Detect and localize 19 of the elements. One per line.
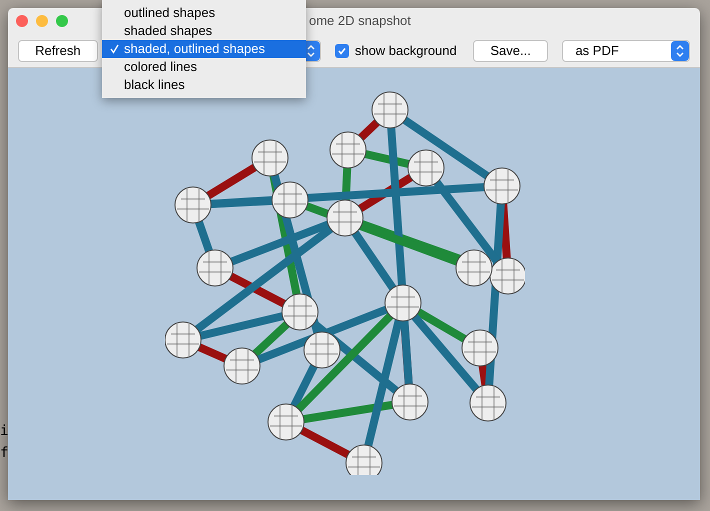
- menu-item[interactable]: black lines: [102, 76, 306, 94]
- background-text: i: [0, 422, 8, 441]
- checkbox[interactable]: [334, 44, 349, 58]
- stepper-icon: [671, 40, 689, 60]
- menu-item[interactable]: colored lines: [102, 58, 306, 76]
- checkmark-icon: [110, 44, 119, 54]
- close-icon[interactable]: [16, 15, 28, 27]
- refresh-button[interactable]: Refresh: [18, 40, 98, 62]
- menu-item[interactable]: outlined shapes: [102, 4, 306, 22]
- background-text: f: [0, 444, 8, 463]
- window-title: ome 2D snapshot: [309, 12, 411, 30]
- checkmark-icon: [336, 46, 347, 56]
- checkbox-label: show background: [354, 42, 457, 60]
- menu-item[interactable]: shaded shapes: [102, 22, 306, 40]
- minimize-icon[interactable]: [36, 15, 48, 27]
- zoom-icon[interactable]: [56, 15, 68, 27]
- save-button[interactable]: Save...: [472, 40, 548, 62]
- format-select[interactable]: as PDF: [562, 40, 690, 62]
- menu-item[interactable]: shaded, outlined shapes: [102, 40, 306, 58]
